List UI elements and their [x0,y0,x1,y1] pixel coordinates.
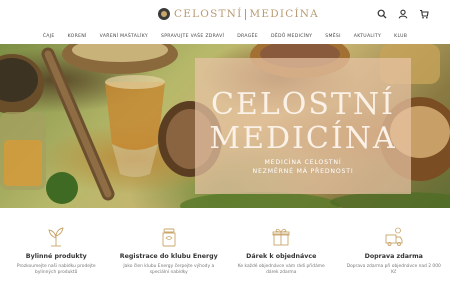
nav-item-aktuality[interactable]: AKTUALITY [347,30,387,44]
hero-subtitle-line-2: NEZMĚRNÉ MÁ PŘEDNOSTI [252,168,354,175]
logo-text-right: MEDICÍNA [249,8,319,20]
nav-item-dragee[interactable]: DRAGĚE [231,30,265,44]
feature-text: Ke každé objednávce vám rádi přidáme dár… [237,264,325,275]
hero-title-line-2: MEDICÍNA [209,121,397,156]
hero-title: CELOSTNÍ MEDICÍNA [195,88,411,156]
feature-title: Bylinné produkty [25,253,87,260]
hero-text-panel: CELOSTNÍ MEDICÍNA MEDICÍNA CELOSTNÍ NEZM… [195,58,411,194]
feature-title: Doprava zdarma [364,253,423,260]
herb-icon [48,227,64,247]
feature-text: Prozkoumejte naši nabídku prodejte bylin… [16,264,96,275]
hero-subtitle-line-1: MEDICÍNA CELOSTNÍ [264,159,342,166]
hero-title-line-1: CELOSTNÍ [210,87,396,122]
main-nav: ČAJE KORENÍ VAŘENÍ MAŠTALÍKY SPRAVUJTE V… [0,30,450,44]
cart-icon[interactable] [418,8,430,20]
site-header: CELOSTNÍ MEDICÍNA [0,0,450,30]
delivery-icon [385,227,403,246]
feature-club-registration[interactable]: Registrace do klubu Energy Jako člen klu… [113,208,226,296]
jar-icon [162,228,176,247]
site-logo[interactable]: CELOSTNÍ MEDICÍNA [158,6,319,22]
nav-item-vareni[interactable]: VAŘENÍ MAŠTALÍKY [93,30,154,44]
nav-item-klub[interactable]: KLUB [388,30,414,44]
feature-gift[interactable]: Dárek k objednávce Ke každé objednávce v… [225,208,338,296]
nav-item-dedu-mediciny[interactable]: DĚDŮ MEDICÍNY [264,30,318,44]
nav-item-zdravi[interactable]: SPRAVUJTE VAŠE ZDRAVÍ [155,30,231,44]
feature-text: Doprava zdarma při objednávce nad 2 000 … [346,264,441,275]
nav-item-caje[interactable]: ČAJE [36,30,61,44]
gift-icon [272,228,290,246]
feature-text: Jako člen klubu Energy čerpejte výhody a… [123,264,215,275]
search-icon[interactable] [376,8,388,20]
logo-mark-icon [158,8,170,20]
feature-free-delivery[interactable]: Doprava zdarma Doprava zdarma při objedn… [338,208,450,296]
logo-text-left: CELOSTNÍ [174,8,243,20]
features-strip: Bylinné produkty Prozkoumejte naši nabíd… [0,208,450,296]
hero-banner: CELOSTNÍ MEDICÍNA MEDICÍNA CELOSTNÍ NEZM… [0,44,450,208]
user-icon[interactable] [397,8,409,20]
feature-title: Dárek k objednávce [246,253,317,260]
nav-item-smesi[interactable]: SMĚSI [319,30,348,44]
hero-subtitle: MEDICÍNA CELOSTNÍ NEZMĚRNÉ MÁ PŘEDNOSTI [195,158,411,176]
nav-item-koreni[interactable]: KORENÍ [61,30,93,44]
logo-separator [245,8,247,20]
feature-title: Registrace do klubu Energy [119,253,218,260]
feature-herbal-products[interactable]: Bylinné produkty Prozkoumejte naši nabíd… [0,208,113,296]
